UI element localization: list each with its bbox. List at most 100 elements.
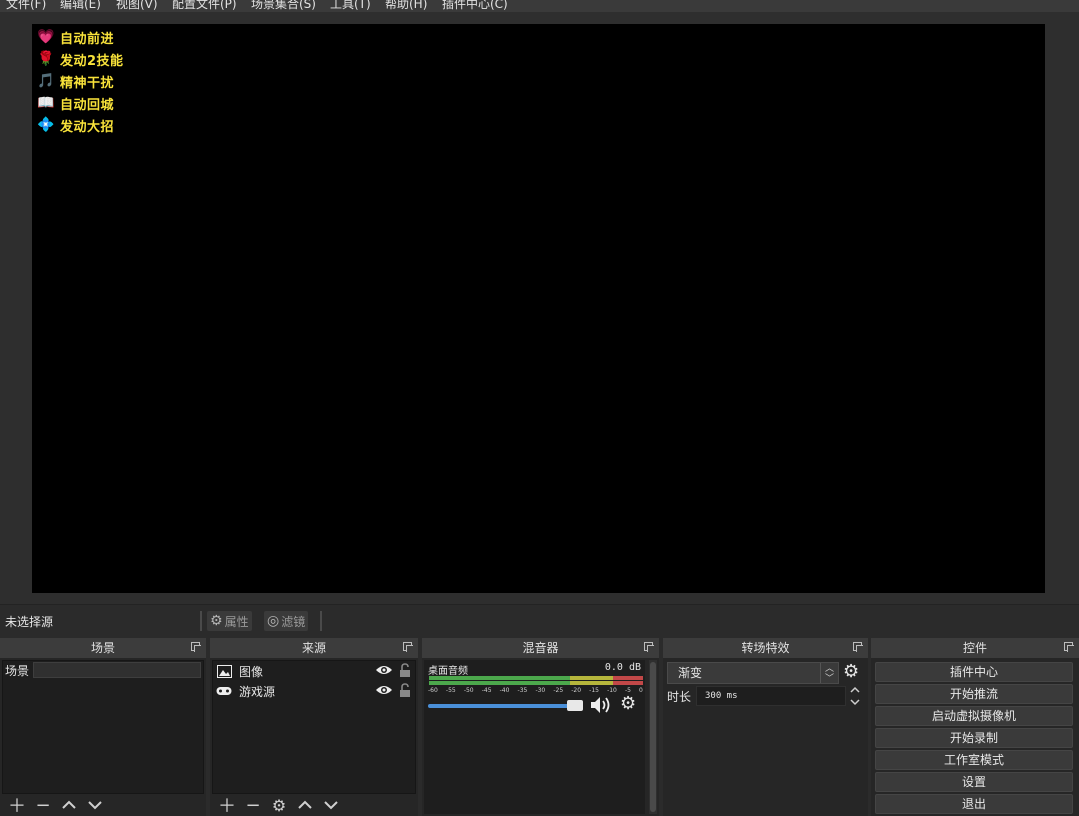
filters-button[interactable]: ◎ 滤镜 [264,611,309,631]
transitions-dock: 转场特效 渐变 ︿ ﹀ ⚙ 时长 300 ms [663,638,868,816]
unlock-icon[interactable] [399,683,411,698]
sources-dock: 来源 图像 游戏源 ＋ − ⚙ [210,638,418,816]
plugin-center-button[interactable]: 插件中心 [875,662,1073,682]
gear-icon: ⚙ [210,613,223,629]
volume-slider-handle[interactable] [567,700,583,711]
unlock-icon[interactable] [399,663,411,678]
overlay-label: 自动回城 [60,97,115,113]
move-up-button[interactable] [56,794,82,816]
eye-icon[interactable] [375,683,393,697]
preview-area: 💗 自动前进 🌹 发动2技能 🎵 精神干扰 📖 自动回城 💠 发动大招 [0,12,1079,604]
properties-button[interactable]: ⚙ 属性 [207,611,252,631]
list-item[interactable]: 场景 [3,661,203,679]
remove-scene-button[interactable]: − [30,794,56,816]
mixer-title: 混音器 [522,641,559,655]
mixer-channel: 桌面音频 0.0 dB -60 -55 -50 -45 -40 -35 -30 -25 -20-… [424,660,645,814]
mixer-settings-gear-icon[interactable]: ⚙ [620,693,636,714]
menu-profile[interactable]: 配置文件(P) [172,0,237,12]
duration-label: 时长 [667,690,692,704]
heart-icon: 💗 [37,29,55,45]
updown-arrows-icon: ︿ ﹀ [820,663,838,684]
source-label: 图像 [239,664,264,679]
undock-icon[interactable] [1064,642,1074,652]
source-properties-button[interactable]: ⚙ [266,794,292,816]
menu-help[interactable]: 帮助(H) [385,0,427,12]
no-source-selected-label: 未选择源 [5,615,54,629]
crystal-icon: 💠 [37,117,55,133]
overlay-item: 🎵 精神干扰 [36,70,124,92]
overlay-item: 💗 自动前进 [36,26,124,48]
move-down-button[interactable] [82,794,108,816]
filters-label: 滤镜 [281,614,306,629]
eye-icon[interactable] [375,663,393,677]
channel-level: 0.0 dB [604,662,641,673]
sources-title: 来源 [301,641,326,655]
music-note-icon: 🎵 [37,73,55,89]
dock-title: 控件 [871,638,1079,658]
duration-input[interactable]: 300 ms [696,686,846,706]
preview-canvas[interactable]: 💗 自动前进 🌹 发动2技能 🎵 精神干扰 📖 自动回城 💠 发动大招 [32,24,1045,593]
add-source-button[interactable]: ＋ [214,794,240,816]
scenes-footer: ＋ − [0,794,206,816]
overlay-item: 🌹 发动2技能 [36,48,124,70]
controls-title: 控件 [962,641,987,655]
chevron-up-icon [62,800,76,809]
source-toolbar: 未选择源 ⚙ 属性 ◎ 滤镜 [0,604,1079,636]
start-streaming-button[interactable]: 开始推流 [875,684,1073,704]
sources-list: 图像 游戏源 [212,660,416,794]
remove-source-button[interactable]: − [240,794,266,816]
overlay-item: 📖 自动回城 [36,92,124,114]
speaker-icon[interactable] [590,695,614,715]
mixer-dock: 混音器 桌面音频 0.0 dB -60 -55 -50 -45 -40 -35 -30 -25… [422,638,659,816]
exit-button[interactable]: 退出 [875,794,1073,814]
undock-icon[interactable] [644,642,654,652]
scene-label: 场景 [5,663,30,678]
menu-view[interactable]: 视图(V) [116,0,158,12]
move-down-button[interactable] [318,794,344,816]
dock-title: 转场特效 [663,638,868,658]
chevron-down-icon [324,801,338,810]
chevron-up-icon [850,686,860,693]
start-recording-button[interactable]: 开始录制 [875,728,1073,748]
dock-title: 来源 [210,638,418,658]
menu-plugin-center[interactable]: 插件中心(C) [442,0,508,12]
transition-settings-gear-icon[interactable]: ⚙ [843,663,861,681]
overlay-label: 自动前进 [60,31,115,47]
dock-title: 场景 [0,638,206,658]
volume-slider[interactable] [428,704,582,708]
transitions-title: 转场特效 [741,641,790,655]
undock-icon[interactable] [403,642,413,652]
list-item[interactable]: 图像 [213,661,415,681]
start-virtual-camera-button[interactable]: 启动虚拟摄像机 [875,706,1073,726]
scenes-list: 场景 [2,660,204,794]
add-scene-button[interactable]: ＋ [4,794,30,816]
menu-file[interactable]: 文件(F) [6,0,46,12]
undock-icon[interactable] [853,642,863,652]
filter-icon: ◎ [267,613,280,629]
settings-button[interactable]: 设置 [875,772,1073,792]
transition-selected: 渐变 [678,666,703,680]
transition-select[interactable]: 渐变 ︿ ﹀ [667,662,839,684]
overlay-label: 精神干扰 [60,75,115,91]
channel-name: 桌面音频 [428,666,468,677]
move-up-button[interactable] [292,794,318,816]
menu-tools[interactable]: 工具(T) [330,0,371,12]
dock-title: 混音器 [422,638,659,658]
toolbar-divider [200,611,202,631]
chevron-down-icon [88,801,102,810]
list-item[interactable]: 游戏源 [213,681,415,701]
overlay-item: 💠 发动大招 [36,114,124,136]
source-label: 游戏源 [239,684,276,699]
volume-meter [429,676,643,680]
overlay-label: 发动2技能 [60,53,124,69]
scenes-title: 场景 [90,641,115,655]
undock-icon[interactable] [191,642,201,652]
duration-spinner[interactable] [849,685,861,707]
studio-mode-button[interactable]: 工作室模式 [875,750,1073,770]
gamepad-icon [215,686,233,696]
scene-rename-field[interactable] [33,662,201,678]
mixer-scrollbar[interactable] [649,660,657,814]
overlay-label: 发动大招 [60,119,115,135]
menu-edit[interactable]: 编辑(E) [60,0,101,12]
menu-scene-collection[interactable]: 场景集合(S) [251,0,316,12]
